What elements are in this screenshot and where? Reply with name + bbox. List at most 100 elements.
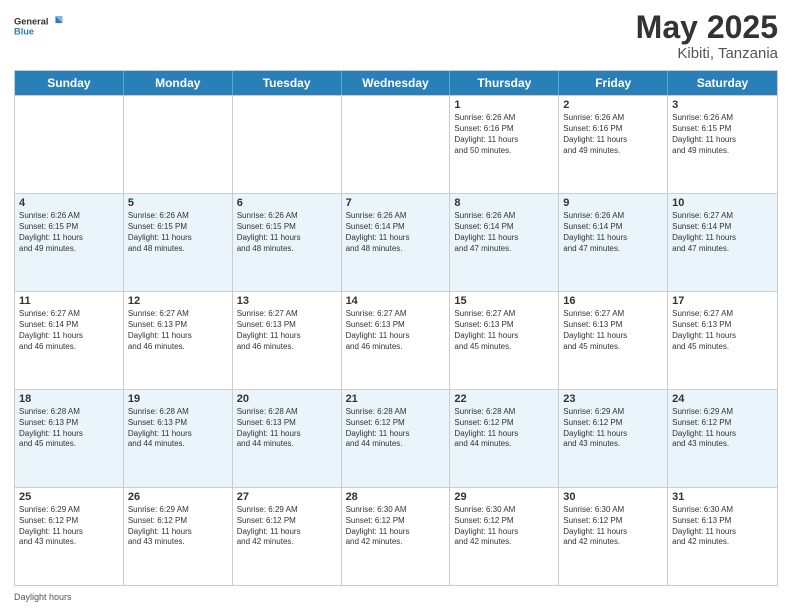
cell-day-27: 27 Sunrise: 6:29 AM Sunset: 6:12 PM Dayli… [233, 488, 342, 585]
day-number: 20 [237, 393, 337, 405]
day-number: 3 [672, 99, 773, 111]
cell-day-11: 11Sunrise: 6:27 AM Sunset: 6:14 PM Dayli… [15, 292, 124, 389]
header-day-tuesday: Tuesday [233, 71, 342, 95]
header-day-thursday: Thursday [450, 71, 559, 95]
cell-day-31: 31 Sunrise: 6:30 AM Sunset: 6:13 PM Dayli… [668, 488, 777, 585]
day-number: 13 [237, 295, 337, 307]
svg-text:General: General [14, 17, 49, 27]
day-number: 28 [346, 491, 446, 503]
page: General Blue May 2025 Kibiti, Tanzania S… [0, 0, 792, 612]
cell-day-5: 5 Sunrise: 6:26 AM Sunset: 6:15 PM Daylig… [124, 194, 233, 291]
cell-info: Sunrise: 6:27 AM Sunset: 6:14 PM Dayligh… [672, 211, 773, 254]
day-number: 4 [19, 197, 119, 209]
footer-text: Daylight hours [14, 592, 72, 602]
cell-day-8: 8 Sunrise: 6:26 AM Sunset: 6:14 PM Daylig… [450, 194, 559, 291]
day-number: 12 [128, 295, 228, 307]
day-number: 27 [237, 491, 337, 503]
cell-info: Sunrise: 6:26 AM Sunset: 6:15 PM Dayligh… [672, 113, 773, 156]
day-number: 19 [128, 393, 228, 405]
cell-info: Sunrise: 6:29 AM Sunset: 6:12 PM Dayligh… [19, 505, 119, 548]
day-number: 1 [454, 99, 554, 111]
calendar-row-0: 1 Sunrise: 6:26 AM Sunset: 6:16 PM Daylig… [15, 95, 777, 193]
cell-empty-0-1 [124, 96, 233, 193]
day-number: 31 [672, 491, 773, 503]
calendar: SundayMondayTuesdayWednesdayThursdayFrid… [14, 70, 778, 586]
cell-day-21: 21Sunrise: 6:28 AM Sunset: 6:12 PM Dayli… [342, 390, 451, 487]
title-block: May 2025 Kibiti, Tanzania [636, 10, 778, 62]
cell-day-7: 7Sunrise: 6:26 AM Sunset: 6:14 PM Daylig… [342, 194, 451, 291]
day-number: 29 [454, 491, 554, 503]
calendar-row-2: 11Sunrise: 6:27 AM Sunset: 6:14 PM Dayli… [15, 291, 777, 389]
cell-day-25: 25 Sunrise: 6:29 AM Sunset: 6:12 PM Dayli… [15, 488, 124, 585]
cell-day-28: 28 Sunrise: 6:30 AM Sunset: 6:12 PM Dayli… [342, 488, 451, 585]
cell-day-24: 24Sunrise: 6:29 AM Sunset: 6:12 PM Dayli… [668, 390, 777, 487]
cell-info: Sunrise: 6:29 AM Sunset: 6:12 PM Dayligh… [563, 407, 663, 450]
day-number: 23 [563, 393, 663, 405]
day-number: 30 [563, 491, 663, 503]
footer: Daylight hours [14, 592, 778, 602]
day-number: 17 [672, 295, 773, 307]
cell-info: Sunrise: 6:27 AM Sunset: 6:13 PM Dayligh… [672, 309, 773, 352]
header-day-monday: Monday [124, 71, 233, 95]
day-number: 10 [672, 197, 773, 209]
cell-info: Sunrise: 6:26 AM Sunset: 6:14 PM Dayligh… [563, 211, 663, 254]
cell-day-29: 29 Sunrise: 6:30 AM Sunset: 6:12 PM Dayli… [450, 488, 559, 585]
day-number: 9 [563, 197, 663, 209]
cell-empty-0-3 [342, 96, 451, 193]
calendar-row-3: 18Sunrise: 6:28 AM Sunset: 6:13 PM Dayli… [15, 389, 777, 487]
cell-info: Sunrise: 6:27 AM Sunset: 6:13 PM Dayligh… [563, 309, 663, 352]
cell-info: Sunrise: 6:28 AM Sunset: 6:13 PM Dayligh… [19, 407, 119, 450]
cell-day-30: 30 Sunrise: 6:30 AM Sunset: 6:12 PM Dayli… [559, 488, 668, 585]
day-number: 11 [19, 295, 119, 307]
cell-info: Sunrise: 6:28 AM Sunset: 6:12 PM Dayligh… [454, 407, 554, 450]
cell-info: Sunrise: 6:26 AM Sunset: 6:16 PM Dayligh… [563, 113, 663, 156]
cell-day-20: 20 Sunrise: 6:28 AM Sunset: 6:13 PM Dayli… [233, 390, 342, 487]
cell-info: Sunrise: 6:27 AM Sunset: 6:13 PM Dayligh… [346, 309, 446, 352]
cell-day-1: 1Sunrise: 6:26 AM Sunset: 6:16 PM Daylig… [450, 96, 559, 193]
day-number: 8 [454, 197, 554, 209]
cell-info: Sunrise: 6:27 AM Sunset: 6:13 PM Dayligh… [454, 309, 554, 352]
cell-day-2: 2Sunrise: 6:26 AM Sunset: 6:16 PM Daylig… [559, 96, 668, 193]
cell-info: Sunrise: 6:28 AM Sunset: 6:13 PM Dayligh… [237, 407, 337, 450]
cell-day-4: 4 Sunrise: 6:26 AM Sunset: 6:15 PM Daylig… [15, 194, 124, 291]
day-number: 25 [19, 491, 119, 503]
cell-day-12: 12 Sunrise: 6:27 AM Sunset: 6:13 PM Dayli… [124, 292, 233, 389]
day-number: 16 [563, 295, 663, 307]
header-day-sunday: Sunday [15, 71, 124, 95]
cell-info: Sunrise: 6:30 AM Sunset: 6:12 PM Dayligh… [563, 505, 663, 548]
logo-svg: General Blue [14, 10, 64, 42]
calendar-row-4: 25 Sunrise: 6:29 AM Sunset: 6:12 PM Dayli… [15, 487, 777, 585]
day-number: 6 [237, 197, 337, 209]
calendar-body: 1 Sunrise: 6:26 AM Sunset: 6:16 PM Daylig… [15, 95, 777, 585]
day-number: 22 [454, 393, 554, 405]
cell-empty-0-2 [233, 96, 342, 193]
cell-info: Sunrise: 6:28 AM Sunset: 6:13 PM Dayligh… [128, 407, 228, 450]
cell-info: Sunrise: 6:26 AM Sunset: 6:15 PM Dayligh… [128, 211, 228, 254]
cell-day-6: 6Sunrise: 6:26 AM Sunset: 6:15 PM Daylig… [233, 194, 342, 291]
cell-info: Sunrise: 6:27 AM Sunset: 6:13 PM Dayligh… [128, 309, 228, 352]
cell-info: Sunrise: 6:30 AM Sunset: 6:12 PM Dayligh… [346, 505, 446, 548]
cell-info: Sunrise: 6:30 AM Sunset: 6:12 PM Dayligh… [454, 505, 554, 548]
cell-day-18: 18Sunrise: 6:28 AM Sunset: 6:13 PM Dayli… [15, 390, 124, 487]
cell-info: Sunrise: 6:29 AM Sunset: 6:12 PM Dayligh… [672, 407, 773, 450]
cell-info: Sunrise: 6:26 AM Sunset: 6:14 PM Dayligh… [454, 211, 554, 254]
cell-info: Sunrise: 6:28 AM Sunset: 6:12 PM Dayligh… [346, 407, 446, 450]
cell-day-26: 26 Sunrise: 6:29 AM Sunset: 6:12 PM Dayli… [124, 488, 233, 585]
svg-text:Blue: Blue [14, 27, 34, 37]
cell-info: Sunrise: 6:26 AM Sunset: 6:15 PM Dayligh… [19, 211, 119, 254]
header: General Blue May 2025 Kibiti, Tanzania [14, 10, 778, 62]
cell-day-23: 23 Sunrise: 6:29 AM Sunset: 6:12 PM Dayli… [559, 390, 668, 487]
day-number: 7 [346, 197, 446, 209]
day-number: 5 [128, 197, 228, 209]
month-title: May 2025 [636, 10, 778, 45]
cell-day-14: 14 Sunrise: 6:27 AM Sunset: 6:13 PM Dayli… [342, 292, 451, 389]
cell-info: Sunrise: 6:29 AM Sunset: 6:12 PM Dayligh… [237, 505, 337, 548]
cell-day-17: 17 Sunrise: 6:27 AM Sunset: 6:13 PM Dayli… [668, 292, 777, 389]
cell-info: Sunrise: 6:30 AM Sunset: 6:13 PM Dayligh… [672, 505, 773, 548]
day-number: 26 [128, 491, 228, 503]
cell-day-9: 9 Sunrise: 6:26 AM Sunset: 6:14 PM Daylig… [559, 194, 668, 291]
cell-info: Sunrise: 6:29 AM Sunset: 6:12 PM Dayligh… [128, 505, 228, 548]
cell-day-16: 16 Sunrise: 6:27 AM Sunset: 6:13 PM Dayli… [559, 292, 668, 389]
cell-empty-0-0 [15, 96, 124, 193]
day-number: 14 [346, 295, 446, 307]
